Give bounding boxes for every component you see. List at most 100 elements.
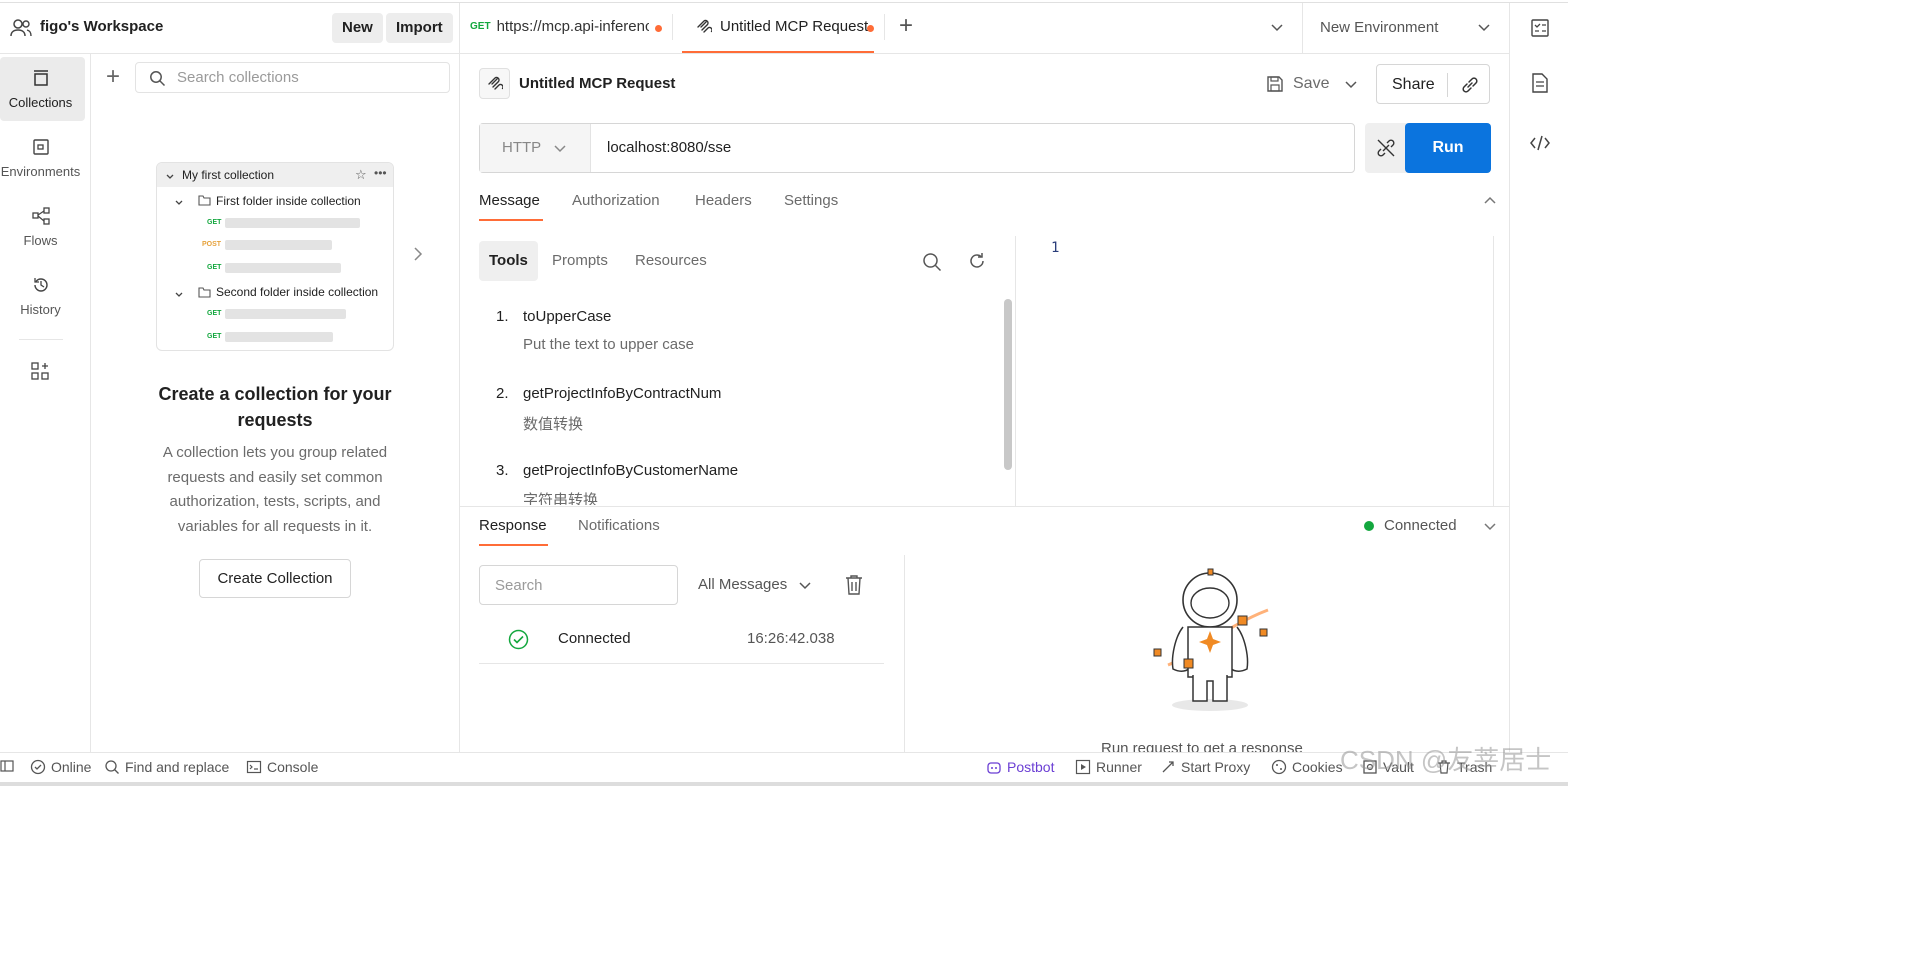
- postbot-button[interactable]: Postbot: [986, 759, 1054, 775]
- tab-headers[interactable]: Headers: [695, 192, 752, 209]
- search-icon[interactable]: [922, 252, 942, 272]
- tab-settings[interactable]: Settings: [784, 192, 838, 209]
- cookies-button[interactable]: Cookies: [1271, 759, 1343, 775]
- tab-method-badge: GET: [470, 21, 491, 32]
- disconnect-button[interactable]: [1365, 123, 1407, 173]
- new-tab-button[interactable]: +: [899, 13, 913, 39]
- code-icon[interactable]: [1529, 134, 1551, 152]
- message-time: 16:26:42.038: [747, 630, 835, 647]
- environment-quick-look-icon[interactable]: [1530, 18, 1550, 38]
- star-icon: ☆: [355, 167, 367, 182]
- search-input[interactable]: Search collections: [177, 69, 299, 86]
- import-button[interactable]: Import: [386, 13, 453, 43]
- tab-prompts[interactable]: Prompts: [552, 252, 608, 269]
- environment-selector[interactable]: New Environment: [1320, 19, 1438, 36]
- chevron-right-icon[interactable]: [413, 246, 423, 262]
- add-collection-button[interactable]: +: [106, 64, 120, 90]
- tools-scrollbar[interactable]: [1004, 299, 1012, 470]
- runner-icon: [1075, 759, 1091, 775]
- tab-tools[interactable]: Tools: [479, 241, 538, 281]
- watermark: CSDN @友莘居士: [1340, 745, 1552, 775]
- tab-label: https://mcp.api-inferenc: [496, 18, 649, 35]
- tab-mcp-request[interactable]: Untitled MCP Request: [720, 18, 868, 35]
- start-proxy-label: Start Proxy: [1181, 759, 1251, 775]
- sidebar-item-label: Flows: [23, 233, 58, 248]
- console-button[interactable]: Console: [246, 759, 318, 775]
- message-text[interactable]: Connected: [558, 630, 631, 647]
- connection-status-dot: [1364, 521, 1374, 531]
- tool-number: 2.: [496, 385, 509, 402]
- tab-notifications[interactable]: Notifications: [578, 517, 660, 534]
- sidebar-item-history[interactable]: History: [0, 265, 85, 329]
- workspace-name[interactable]: figo's Workspace: [40, 18, 163, 35]
- chevron-down-icon[interactable]: [1483, 521, 1497, 531]
- tool-number: 3.: [496, 462, 509, 479]
- response-search-input[interactable]: Search: [495, 577, 543, 594]
- online-check-icon: [30, 759, 46, 775]
- console-icon: [246, 760, 262, 774]
- flows-icon: [31, 206, 51, 226]
- online-status[interactable]: Online: [30, 759, 91, 775]
- tool-name[interactable]: getProjectInfoByCustomerName: [523, 462, 738, 479]
- configure-workbench-icon[interactable]: [30, 361, 50, 381]
- tab-tools-label: Tools: [489, 252, 528, 269]
- tab-resources[interactable]: Resources: [635, 252, 707, 269]
- chevron-down-icon: [798, 580, 812, 590]
- preview-method: POST: [202, 241, 222, 248]
- save-icon: [1266, 75, 1284, 93]
- share-label: Share: [1392, 76, 1435, 93]
- start-proxy-button[interactable]: Start Proxy: [1160, 759, 1250, 775]
- postbot-label: Postbot: [1007, 759, 1055, 775]
- tool-name[interactable]: getProjectInfoByContractNum: [523, 385, 721, 402]
- online-label: Online: [51, 759, 92, 775]
- link-icon[interactable]: [1460, 75, 1480, 95]
- new-button[interactable]: New: [332, 13, 383, 43]
- sidebar-item-collections[interactable]: Collections: [0, 57, 85, 121]
- tool-description: 数值转换: [523, 416, 584, 433]
- save-button[interactable]: Save: [1293, 75, 1329, 93]
- environment-chevron-icon[interactable]: [1477, 22, 1491, 32]
- environments-icon: [31, 137, 51, 157]
- console-label: Console: [267, 759, 319, 775]
- request-type-badge: [479, 68, 510, 99]
- find-replace-button[interactable]: Find and replace: [104, 759, 229, 775]
- tab-authorization[interactable]: Authorization: [572, 192, 660, 209]
- preview-method: GET: [207, 264, 222, 271]
- request-title[interactable]: Untitled MCP Request: [519, 75, 675, 92]
- save-options-chevron-icon[interactable]: [1344, 79, 1358, 89]
- sidebar-item-environments[interactable]: Environments: [0, 127, 85, 191]
- tool-description: Put the text to upper case: [523, 336, 694, 353]
- unsaved-dot: [867, 25, 874, 32]
- collections-icon: [31, 68, 51, 88]
- search-collections-field[interactable]: Search collections: [135, 62, 450, 93]
- search-icon: [105, 760, 119, 774]
- connection-status: Connected: [1384, 517, 1457, 534]
- postbot-icon: [987, 762, 1001, 774]
- trash-icon[interactable]: [845, 574, 863, 596]
- response-search-field[interactable]: Search: [479, 565, 678, 605]
- message-filter-select[interactable]: All Messages: [698, 576, 787, 593]
- sidebar-item-flows[interactable]: Flows: [0, 196, 85, 260]
- runner-button[interactable]: Runner: [1075, 759, 1142, 775]
- tab-response[interactable]: Response: [479, 517, 547, 534]
- disconnect-icon: [1376, 138, 1396, 158]
- url-input[interactable]: localhost:8080/sse: [607, 139, 731, 156]
- sidebar-item-label: History: [20, 302, 61, 317]
- tool-name[interactable]: toUpperCase: [523, 308, 611, 325]
- more-icon: •••: [374, 166, 387, 180]
- refresh-icon[interactable]: [967, 251, 987, 271]
- preview-method: GET: [207, 310, 222, 317]
- collapse-chevron-up-icon[interactable]: [1483, 196, 1497, 206]
- tabs-dropdown-chevron-icon[interactable]: [1270, 22, 1284, 32]
- toggle-sidebar-button[interactable]: [0, 759, 14, 773]
- workspace-users-icon: [10, 18, 32, 38]
- tab-get-request[interactable]: GET https://mcp.api-inferenc: [470, 18, 670, 35]
- sidebar-item-label: Collections: [8, 95, 73, 110]
- collection-preview: My first collection ☆ ••• First folder i…: [156, 162, 394, 351]
- run-button[interactable]: Run: [1405, 123, 1491, 173]
- share-button[interactable]: Share: [1376, 64, 1490, 104]
- create-collection-button[interactable]: Create Collection: [199, 559, 351, 598]
- documentation-icon[interactable]: [1531, 72, 1549, 94]
- tab-message[interactable]: Message: [479, 192, 540, 209]
- transport-select[interactable]: HTTP: [480, 124, 591, 172]
